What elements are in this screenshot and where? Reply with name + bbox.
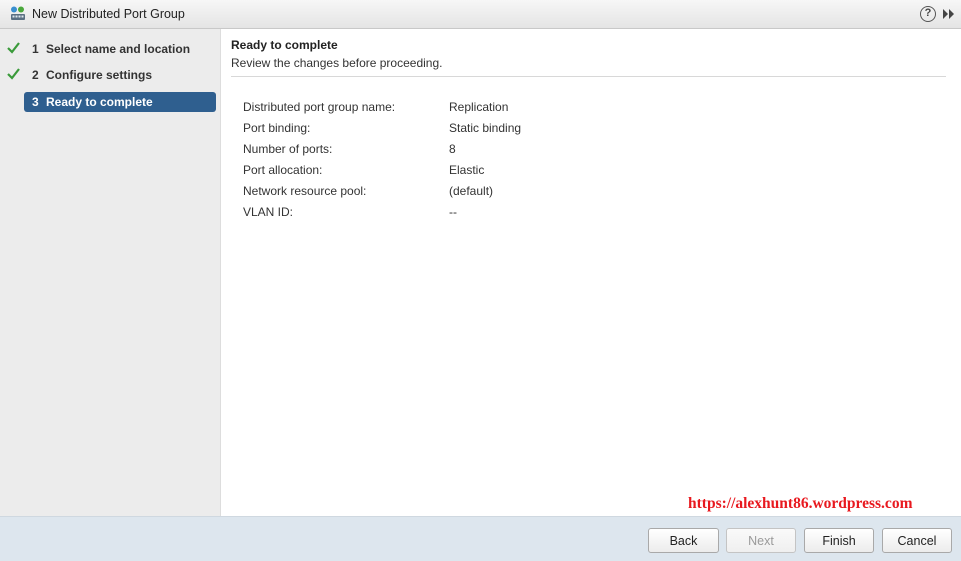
check-icon <box>7 42 20 54</box>
finish-button[interactable]: Finish <box>804 528 874 553</box>
wizard-footer: Back Next Finish Cancel <box>0 516 961 561</box>
summary-value: Elastic <box>449 163 485 177</box>
step-ready-to-complete[interactable]: 3 Ready to complete <box>24 92 216 112</box>
content-panel: Ready to complete Review the changes bef… <box>221 29 961 516</box>
summary-key: Port binding: <box>243 121 311 135</box>
check-icon <box>7 68 20 80</box>
step-number: 2 <box>32 68 39 82</box>
summary-row: Number of ports: 8 <box>243 142 843 158</box>
next-button[interactable]: Next <box>726 528 796 553</box>
summary-key: Distributed port group name: <box>243 100 396 114</box>
page-title: Ready to complete <box>231 38 338 52</box>
window-title: New Distributed Port Group <box>32 7 185 21</box>
summary-row: Network resource pool: (default) <box>243 184 843 200</box>
summary-key: Port allocation: <box>243 163 323 177</box>
step-label: Select name and location <box>46 42 191 56</box>
page-subtitle: Review the changes before proceeding. <box>231 56 443 70</box>
help-icon[interactable]: ? <box>920 6 936 22</box>
summary-value: -- <box>449 205 457 219</box>
title-bar: New Distributed Port Group ? <box>0 0 961 29</box>
summary-row: Port binding: Static binding <box>243 121 843 137</box>
step-number: 3 <box>32 95 39 109</box>
step-configure-settings[interactable]: 2 Configure settings <box>7 65 216 85</box>
summary-row: Distributed port group name: Replication <box>243 100 843 116</box>
summary-value: Replication <box>449 100 509 114</box>
distributed-port-group-icon <box>11 6 25 20</box>
summary-value: (default) <box>449 184 494 198</box>
summary-key: Network resource pool: <box>243 184 367 198</box>
summary-key: Number of ports: <box>243 142 333 156</box>
step-number: 1 <box>32 42 39 56</box>
cancel-button[interactable]: Cancel <box>882 528 952 553</box>
back-button[interactable]: Back <box>648 528 719 553</box>
step-label: Ready to complete <box>46 95 153 109</box>
summary-row: VLAN ID: -- <box>243 205 843 221</box>
watermark-url: https://alexhunt86.wordpress.com <box>688 495 913 512</box>
wizard-steps-sidebar: 1 Select name and location 2 Configure s… <box>0 29 221 516</box>
summary-value: Static binding <box>449 121 522 135</box>
step-label: Configure settings <box>46 68 153 82</box>
summary-row: Port allocation: Elastic <box>243 163 843 179</box>
step-select-name-and-location[interactable]: 1 Select name and location <box>7 39 216 59</box>
divider <box>231 76 946 77</box>
summary-key: VLAN ID: <box>243 205 294 219</box>
summary-value: 8 <box>449 142 456 156</box>
expand-icon[interactable] <box>942 8 956 20</box>
